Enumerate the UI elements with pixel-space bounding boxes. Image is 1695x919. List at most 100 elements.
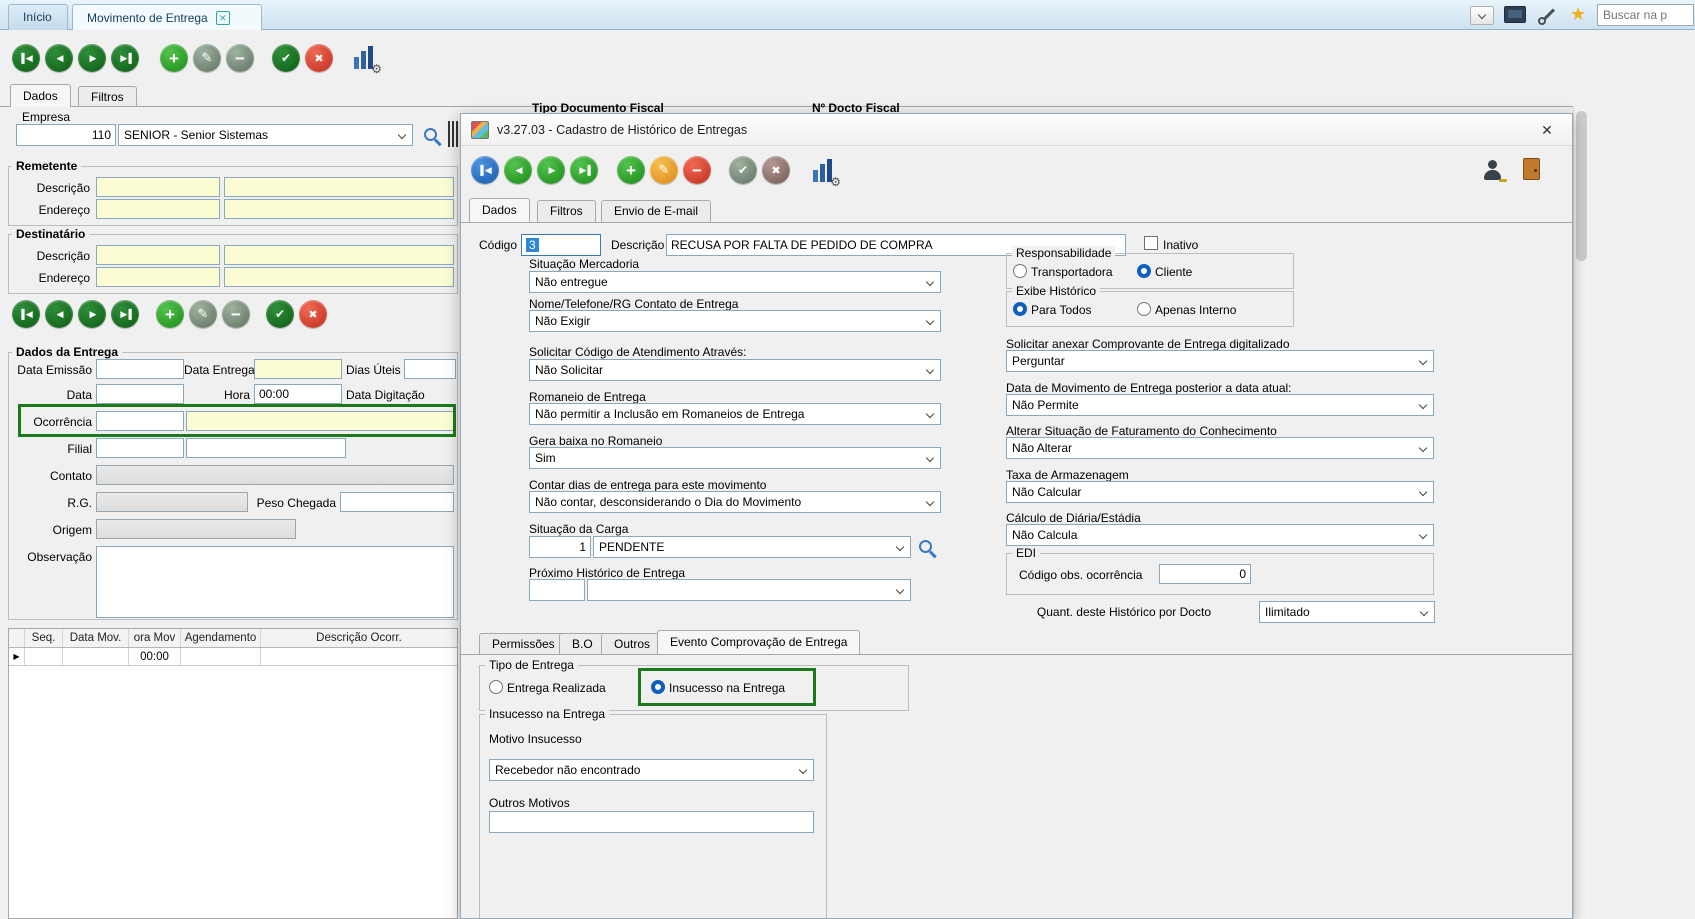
contato-entrega-combo[interactable]: Não Exigir bbox=[529, 310, 941, 332]
empresa-code-field[interactable]: 110 bbox=[16, 124, 116, 146]
dias-uteis-field[interactable] bbox=[404, 359, 456, 379]
nav-first-button[interactable]: ▌◀ bbox=[471, 156, 499, 184]
hora-field[interactable]: 00:00 bbox=[254, 384, 342, 404]
remetente-descricao-field[interactable] bbox=[224, 177, 454, 197]
radio-apenas-interno[interactable] bbox=[1137, 302, 1151, 316]
confirm-button[interactable]: ✔ bbox=[266, 300, 294, 328]
add-button[interactable]: + bbox=[156, 300, 184, 328]
filial-desc-field[interactable] bbox=[186, 438, 346, 458]
tab-filtros[interactable]: Filtros bbox=[78, 86, 137, 107]
peso-chegada-field[interactable] bbox=[340, 492, 454, 512]
destinatario-endereco-field[interactable] bbox=[224, 267, 454, 287]
favorite-star-icon[interactable]: ★ bbox=[1570, 4, 1586, 24]
nav-next-button[interactable]: ▶ bbox=[78, 300, 106, 328]
remetente-endereco-field[interactable] bbox=[224, 199, 454, 219]
remetente-endereco-code-field[interactable] bbox=[96, 199, 220, 219]
delete-button[interactable]: − bbox=[683, 156, 711, 184]
tools-icon[interactable] bbox=[1537, 5, 1559, 25]
ocorrencia-desc-field[interactable] bbox=[186, 411, 454, 431]
search-input[interactable] bbox=[1597, 4, 1694, 26]
scrollbar-thumb[interactable] bbox=[1576, 111, 1587, 261]
outros-motivos-field[interactable] bbox=[489, 811, 814, 833]
radio-transportadora-label[interactable]: Transportadora bbox=[1031, 265, 1113, 279]
radio-cliente[interactable] bbox=[1137, 264, 1151, 278]
cancel-button[interactable]: ✖ bbox=[762, 156, 790, 184]
tab-evento-comprovacao[interactable]: Evento Comprovação de Entrega bbox=[657, 630, 860, 654]
user-permissions-icon[interactable] bbox=[1483, 160, 1507, 182]
radio-para-todos[interactable] bbox=[1013, 302, 1027, 316]
dropdown-chevron-icon[interactable] bbox=[1470, 6, 1494, 25]
edit-button[interactable]: ✎ bbox=[193, 44, 221, 72]
exit-door-icon[interactable] bbox=[1523, 158, 1540, 180]
comprovante-combo[interactable]: Perguntar bbox=[1006, 350, 1434, 372]
destinatario-descricao-code-field[interactable] bbox=[96, 245, 220, 265]
chart-button[interactable]: ⚙ bbox=[352, 45, 378, 71]
filial-code-field[interactable] bbox=[96, 438, 184, 458]
tab-permissoes[interactable]: Permissões bbox=[479, 633, 568, 654]
tab-dados[interactable]: Dados bbox=[10, 84, 71, 107]
cancel-button[interactable]: ✖ bbox=[299, 300, 327, 328]
nav-last-button[interactable]: ▶▐ bbox=[570, 156, 598, 184]
nav-first-button[interactable]: ▌◀ bbox=[12, 300, 40, 328]
observacao-field[interactable] bbox=[96, 546, 454, 618]
display-icon[interactable] bbox=[1504, 6, 1526, 23]
gera-baixa-combo[interactable]: Sim bbox=[529, 447, 941, 469]
calculo-diaria-combo[interactable]: Não Calcula bbox=[1006, 524, 1434, 546]
data-field[interactable] bbox=[96, 384, 184, 404]
nav-last-button[interactable]: ▶▐ bbox=[111, 300, 139, 328]
radio-insucesso-entrega-label[interactable]: Insucesso na Entrega bbox=[669, 681, 785, 695]
grid-header-cell[interactable]: Descrição Ocorr. bbox=[261, 629, 457, 647]
radio-cliente-label[interactable]: Cliente bbox=[1155, 265, 1192, 279]
motivo-insucesso-combo[interactable]: Recebedor não encontrado bbox=[489, 759, 814, 781]
destinatario-descricao-field[interactable] bbox=[224, 245, 454, 265]
codigo-obs-field[interactable]: 0 bbox=[1159, 564, 1251, 584]
ocorrencia-code-field[interactable] bbox=[96, 411, 184, 431]
data-entrega-field[interactable] bbox=[254, 359, 342, 379]
nav-prev-button[interactable]: ◀ bbox=[45, 300, 73, 328]
nav-next-button[interactable]: ▶ bbox=[537, 156, 565, 184]
data-emissao-field[interactable] bbox=[96, 359, 184, 379]
tab-inicio[interactable]: Início bbox=[8, 4, 68, 30]
tab-envio-email[interactable]: Envio de E-mail bbox=[601, 200, 711, 222]
situacao-mercadoria-combo[interactable]: Não entregue bbox=[529, 271, 941, 293]
nav-next-button[interactable]: ▶ bbox=[78, 44, 106, 72]
confirm-button[interactable]: ✔ bbox=[729, 156, 757, 184]
nav-prev-button[interactable]: ◀ bbox=[504, 156, 532, 184]
grid-header-cell[interactable]: Agendamento bbox=[181, 629, 261, 647]
delete-button[interactable]: − bbox=[222, 300, 250, 328]
tab-close-icon[interactable]: ✕ bbox=[216, 11, 230, 25]
data-posterior-combo[interactable]: Não Permite bbox=[1006, 394, 1434, 416]
edit-button[interactable]: ✎ bbox=[189, 300, 217, 328]
codigo-field[interactable]: 3 bbox=[521, 234, 601, 256]
close-icon[interactable]: ✕ bbox=[1532, 114, 1562, 146]
radio-insucesso-entrega[interactable] bbox=[651, 680, 665, 694]
search-lookup-icon[interactable] bbox=[919, 540, 932, 553]
empresa-combo[interactable]: SENIOR - Senior Sistemas bbox=[118, 124, 413, 146]
tab-bo[interactable]: B.O bbox=[559, 633, 606, 654]
table-row[interactable]: ▶ 00:00 bbox=[9, 648, 457, 666]
tab-filtros[interactable]: Filtros bbox=[537, 200, 596, 222]
situacao-carga-code-field[interactable]: 1 bbox=[529, 536, 591, 558]
edit-button[interactable]: ✎ bbox=[650, 156, 678, 184]
cancel-button[interactable]: ✖ bbox=[305, 44, 333, 72]
grid-header-cell[interactable]: Seq. bbox=[25, 629, 63, 647]
delete-button[interactable]: − bbox=[226, 44, 254, 72]
radio-transportadora[interactable] bbox=[1013, 264, 1027, 278]
grid-header-cell[interactable]: Data Mov. bbox=[63, 629, 129, 647]
tab-outros[interactable]: Outros bbox=[601, 633, 663, 654]
proximo-historico-code-field[interactable] bbox=[529, 579, 585, 601]
destinatario-endereco-code-field[interactable] bbox=[96, 267, 220, 287]
grid-header-cell[interactable]: ora Mov bbox=[129, 629, 181, 647]
chart-button[interactable]: ⚙ bbox=[811, 158, 837, 184]
radio-entrega-realizada-label[interactable]: Entrega Realizada bbox=[507, 681, 606, 695]
ocorrencias-grid[interactable]: Seq. Data Mov. ora Mov Agendamento Descr… bbox=[8, 628, 458, 919]
radio-entrega-realizada[interactable] bbox=[489, 680, 503, 694]
vertical-scrollbar[interactable] bbox=[1573, 107, 1589, 919]
taxa-armazenagem-combo[interactable]: Não Calcular bbox=[1006, 481, 1434, 503]
add-button[interactable]: + bbox=[617, 156, 645, 184]
quant-historico-combo[interactable]: Ilimitado bbox=[1259, 601, 1435, 623]
nav-last-button[interactable]: ▶▐ bbox=[111, 44, 139, 72]
tab-dados[interactable]: Dados bbox=[469, 198, 530, 222]
contar-dias-combo[interactable]: Não contar, desconsiderando o Dia do Mov… bbox=[529, 491, 941, 513]
alterar-faturamento-combo[interactable]: Não Alterar bbox=[1006, 437, 1434, 459]
